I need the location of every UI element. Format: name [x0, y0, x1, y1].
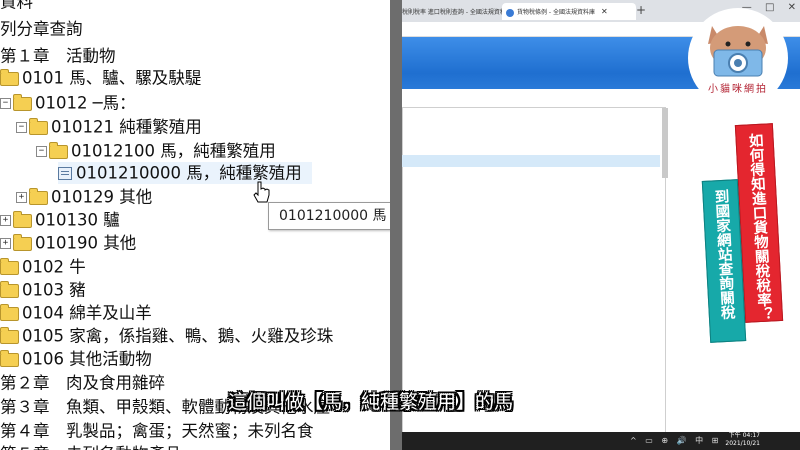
tree-node-label: 0101 馬、驢、騾及駃騠: [22, 68, 202, 88]
tree-title: 列分章查詢: [0, 19, 83, 39]
tree-node-label: 01012100 馬，純種繁殖用: [71, 141, 276, 161]
window-splitter[interactable]: [390, 0, 402, 450]
network-icon[interactable]: ⊕: [661, 436, 668, 445]
tree-node[interactable]: 0106 其他活動物: [0, 348, 152, 370]
tree-node[interactable]: 第４章 乳製品；禽蛋；天然蜜；未列名食: [0, 420, 314, 442]
close-window-icon[interactable]: ✕: [788, 2, 796, 13]
folder-icon: [0, 303, 19, 321]
tree-node-label: 第１章 活動物: [0, 46, 116, 66]
collapse-icon[interactable]: −: [16, 122, 27, 133]
tree-node[interactable]: 0102 牛: [0, 256, 86, 278]
tree-node[interactable]: +010190 其他: [0, 232, 136, 254]
clock-date: 2021/10/21: [725, 440, 760, 447]
video-subtitle: 這個叫做【馬，純種繁殖用】的馬: [228, 391, 514, 413]
tree-node[interactable]: 0105 家禽，係指雞、鴨、鵝、火雞及珍珠: [0, 325, 333, 347]
hand-cursor-icon: [253, 181, 270, 203]
tree-node-label: 0106 其他活動物: [22, 349, 152, 369]
scrollbar[interactable]: [662, 108, 668, 178]
tree-node-label: 第４章 乳製品；禽蛋；天然蜜；未列名食: [0, 421, 314, 441]
expand-icon[interactable]: +: [0, 215, 11, 226]
close-icon[interactable]: ✕: [601, 7, 608, 16]
collapse-icon[interactable]: −: [0, 98, 11, 109]
folder-icon: [0, 349, 19, 367]
tree-node[interactable]: +010129 其他: [16, 186, 152, 208]
brand-name: 小貓咪網拍: [708, 84, 768, 95]
tree-node-label: 010129 其他: [51, 187, 153, 207]
folder-icon: [0, 68, 19, 86]
system-tray: ^ ▭ ⊕ 🔊 中 ⊞: [630, 435, 724, 446]
expand-icon[interactable]: +: [16, 192, 27, 203]
tree-node[interactable]: 第１章 活動物: [0, 45, 116, 67]
expand-icon[interactable]: +: [0, 238, 11, 249]
tree-node-label: 0104 綿羊及山羊: [22, 303, 152, 323]
taskbar-clock[interactable]: 下午 04:17 2021/10/21: [725, 432, 760, 448]
taskbar: ^ ▭ ⊕ 🔊 中 ⊞ 下午 04:17 2021/10/21: [402, 432, 800, 450]
document-icon: [58, 167, 72, 180]
tree-node[interactable]: − 01012100 馬，純種繁殖用: [36, 140, 276, 162]
tree-node[interactable]: 第２章 肉及食用雜碎: [0, 372, 165, 394]
tree-node-label: 第５章 未列名動物產品: [0, 445, 182, 450]
tree-node[interactable]: − 01012 ─馬：: [0, 92, 136, 114]
speaker-icon[interactable]: 🔊: [677, 436, 687, 445]
tree-node-label: 010121 純種繁殖用: [51, 117, 202, 137]
new-tab-button[interactable]: +: [636, 3, 646, 17]
tree-node[interactable]: 0101210000 馬，純種繁殖用: [58, 162, 312, 184]
tree-node-label: 0103 豬: [22, 280, 86, 300]
ime-indicator[interactable]: 中: [695, 436, 703, 445]
promo-answer-text: 到國家網站查詢關稅: [712, 188, 736, 320]
tree-node-label: 0102 牛: [22, 257, 86, 277]
tab-tariff-query[interactable]: 稅則稅率 進口稅則查詢 - 全國法規資料庫✕: [402, 3, 525, 20]
collapse-icon[interactable]: −: [36, 146, 47, 157]
folder-icon: [29, 187, 48, 205]
folder-icon: [49, 141, 68, 159]
tree-node[interactable]: 0103 豬: [0, 279, 86, 301]
layout-icon[interactable]: ⊞: [712, 436, 719, 445]
folder-icon: [0, 280, 19, 298]
tab-commodity-tax[interactable]: 貨物稅條例 - 全國法規資料庫 ✕: [502, 3, 636, 20]
folder-icon: [13, 210, 32, 228]
tree-node-label: 第２章 肉及食用雜碎: [0, 373, 165, 393]
tree-node[interactable]: 0101 馬、驢、騾及駃騠: [0, 67, 201, 89]
tree-node-label: 0105 家禽，係指雞、鴨、鵝、火雞及珍珠: [22, 326, 334, 346]
selected-row-highlight: [402, 155, 660, 167]
tree-node[interactable]: 0104 綿羊及山羊: [0, 302, 152, 324]
folder-icon: [13, 233, 32, 251]
tree-node[interactable]: − 010121 純種繁殖用: [16, 116, 202, 138]
folder-icon: [0, 326, 19, 344]
tree-node-label: 01012 ─馬：: [35, 93, 136, 113]
tree-node[interactable]: +010130 驢: [0, 209, 120, 231]
tooltip: 0101210000 馬: [268, 202, 390, 230]
tariff-tree-panel: 資料 列分章查詢 第１章 活動物 0101 馬、驢、騾及駃騠 −01012 ─馬： −…: [0, 0, 390, 450]
panel-header-fragment: 資料: [0, 0, 33, 12]
tree-node-label: 010190 其他: [35, 233, 137, 253]
clock-time: 下午 04:17: [728, 432, 760, 439]
tree-node[interactable]: 第５章 未列名動物產品: [0, 443, 182, 450]
battery-icon[interactable]: ▭: [645, 436, 653, 445]
folder-icon: [13, 93, 32, 111]
folder-icon: [29, 117, 48, 135]
chevron-up-icon[interactable]: ^: [630, 436, 637, 445]
folder-icon: [0, 257, 19, 275]
tree-node-label: 010130 驢: [35, 210, 120, 230]
